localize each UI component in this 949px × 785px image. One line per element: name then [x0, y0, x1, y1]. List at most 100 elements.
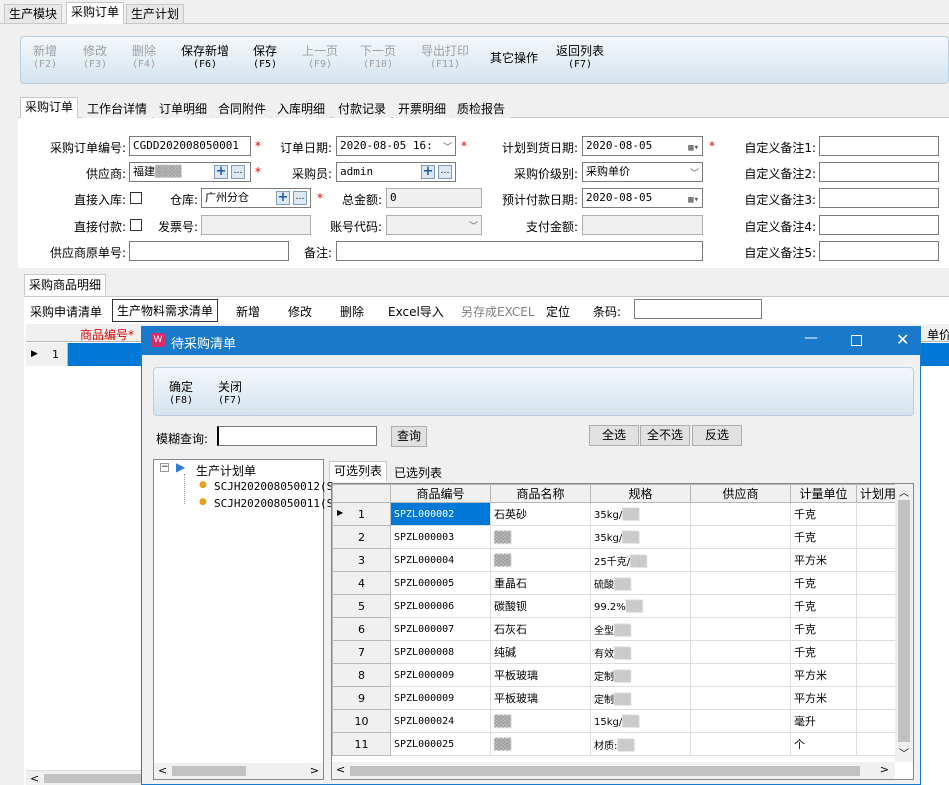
scroll-down-icon[interactable]: ﹀	[899, 745, 909, 760]
supplier-cell[interactable]	[690, 502, 791, 526]
scroll-left-icon[interactable]: <	[158, 764, 167, 777]
detail-button-4[interactable]: 删除	[340, 303, 364, 320]
code-cell[interactable]: SPZL000004	[390, 548, 491, 572]
code-cell[interactable]: SPZL000006	[390, 594, 491, 618]
confirm-button[interactable]: 确定 (F8)	[165, 381, 197, 407]
supplier-cell[interactable]	[690, 640, 791, 664]
detail-button-3[interactable]: 修改	[288, 303, 312, 320]
row-number-cell[interactable]: 3	[332, 548, 391, 572]
supplier-cell[interactable]	[690, 709, 791, 733]
scroll-thumb[interactable]	[44, 774, 144, 783]
sub-tab-0[interactable]: 采购订单	[20, 97, 79, 119]
supplier-no-input[interactable]	[129, 241, 289, 261]
spec-cell[interactable]: 材质:▒▒	[590, 732, 691, 756]
toolbar-button-5[interactable]: 上一页 (F9)	[302, 45, 338, 71]
table-row[interactable]: 11 SPZL000025 ▓▓ 材质:▒▒ 个	[332, 732, 913, 756]
remark4-input[interactable]	[819, 215, 939, 235]
chevron-down-icon[interactable]: ﹀	[690, 165, 699, 181]
row-number-cell[interactable]: 7	[332, 640, 391, 664]
price-level-select[interactable]: 采购单价 ﹀	[582, 162, 703, 182]
fuzzy-search-input[interactable]	[217, 426, 377, 446]
detail-button-6[interactable]: 另存成EXCEL	[461, 303, 535, 320]
code-cell[interactable]: SPZL000008	[390, 640, 491, 664]
dialog-close-button[interactable]: 关闭 (F7)	[214, 381, 246, 407]
row-number-cell[interactable]: 4	[332, 571, 391, 595]
unit-cell[interactable]: 平方米	[790, 686, 857, 710]
tree-collapse-icon[interactable]: −	[160, 463, 169, 472]
top-tab-production-plan[interactable]: 生产计划	[126, 4, 185, 24]
column-header[interactable]: 商品编号	[390, 484, 491, 503]
tree-root-label[interactable]: 生产计划单	[196, 462, 256, 479]
sub-tab-5[interactable]: 付款记录	[333, 99, 392, 118]
code-cell[interactable]: SPZL000003	[390, 525, 491, 549]
supplier-cell[interactable]	[690, 732, 791, 756]
direct-pay-checkbox[interactable]	[130, 219, 142, 231]
supplier-cell[interactable]	[690, 686, 791, 710]
toolbar-button-2[interactable]: 删除 (F4)	[132, 45, 156, 71]
remark5-input[interactable]	[819, 241, 939, 261]
scroll-left-icon[interactable]: <	[26, 772, 39, 785]
supplier-cell[interactable]	[690, 617, 791, 641]
select-none-button[interactable]: 全不选	[640, 425, 690, 446]
account-select[interactable]: ﹀	[386, 215, 482, 235]
add-supplier-icon[interactable]: +	[214, 165, 228, 179]
toolbar-button-9[interactable]: 返回列表 (F7)	[556, 45, 604, 71]
spec-cell[interactable]: 定制▒▒	[590, 663, 691, 687]
detail-button-5[interactable]: Excel导入	[388, 303, 444, 320]
scroll-left-icon[interactable]: <	[336, 763, 345, 776]
order-date-input[interactable]: 2020-08-05 16: ﹀	[336, 136, 456, 156]
detail-button-0[interactable]: 采购申请清单	[30, 303, 102, 320]
list-hscroll[interactable]: < >	[332, 762, 895, 779]
table-row[interactable]: 5 SPZL000006 碳酸钡 99.2%▒▒ 千克	[332, 594, 913, 618]
name-cell[interactable]: ▓▓	[490, 548, 591, 572]
name-cell[interactable]: ▓▓	[490, 709, 591, 733]
scroll-thumb[interactable]	[350, 766, 860, 776]
spec-cell[interactable]: 35kg/▒▒	[590, 525, 691, 549]
detail-button-7[interactable]: 定位	[546, 303, 570, 320]
code-cell[interactable]: SPZL000025	[390, 732, 491, 756]
code-cell[interactable]: SPZL000007	[390, 617, 491, 641]
order-no-input[interactable]: CGDD202008050001	[129, 136, 251, 156]
toolbar-button-0[interactable]: 新增 (F2)	[33, 45, 57, 71]
remark3-input[interactable]	[819, 188, 939, 208]
unit-cell[interactable]: 千克	[790, 525, 857, 549]
table-row[interactable]: 6 SPZL000007 石灰石 全型▒▒ 千克	[332, 617, 913, 641]
tree-item-1[interactable]: SCJH202008050012(S	[214, 480, 333, 493]
spec-cell[interactable]: 35kg/▒▒	[590, 502, 691, 526]
name-cell[interactable]: 碳酸钡	[490, 594, 591, 618]
maximize-icon[interactable]	[851, 335, 862, 346]
unit-cell[interactable]: 平方米	[790, 663, 857, 687]
row-number-cell[interactable]: 8	[332, 663, 391, 687]
code-cell[interactable]: SPZL000009	[390, 663, 491, 687]
column-header[interactable]: 供应商	[690, 484, 791, 503]
row-number-cell[interactable]: 10	[332, 709, 391, 733]
sub-tab-7[interactable]: 质检报告	[452, 99, 511, 118]
list-vscroll[interactable]: ︿ ﹀	[895, 484, 913, 762]
supplier-cell[interactable]	[690, 525, 791, 549]
scroll-up-icon[interactable]: ︿	[899, 484, 909, 499]
unit-cell[interactable]: 毫升	[790, 709, 857, 733]
tree-hscroll[interactable]: < >	[154, 763, 323, 779]
unit-cell[interactable]: 千克	[790, 502, 857, 526]
direct-in-checkbox[interactable]	[130, 192, 142, 204]
row-number-cell[interactable]: 9	[332, 686, 391, 710]
supplier-cell[interactable]	[690, 594, 791, 618]
spec-cell[interactable]: 有效▒▒	[590, 640, 691, 664]
name-cell[interactable]: ▓▓	[490, 525, 591, 549]
toolbar-button-3[interactable]: 保存新增 (F6)	[181, 45, 229, 71]
table-row[interactable]: 2 SPZL000003 ▓▓ 35kg/▒▒ 千克	[332, 525, 913, 549]
chevron-down-icon[interactable]: ﹀	[469, 218, 478, 234]
browse-buyer-icon[interactable]: …	[438, 165, 452, 179]
name-cell[interactable]: 石灰石	[490, 617, 591, 641]
calendar-dropdown-icon[interactable]: ▦▾	[688, 191, 699, 207]
name-cell[interactable]: 平板玻璃	[490, 686, 591, 710]
name-cell[interactable]: 平板玻璃	[490, 663, 591, 687]
code-cell[interactable]: SPZL000009	[390, 686, 491, 710]
tree-item-2[interactable]: SCJH202008050011(S	[214, 497, 333, 510]
code-cell[interactable]: SPZL000005	[390, 571, 491, 595]
spec-cell[interactable]: 99.2%▒▒	[590, 594, 691, 618]
supplier-cell[interactable]	[690, 663, 791, 687]
name-cell[interactable]: ▓▓	[490, 732, 591, 756]
tab-available-list[interactable]: 可选列表	[329, 461, 388, 482]
row-number-cell[interactable]: 6	[332, 617, 391, 641]
